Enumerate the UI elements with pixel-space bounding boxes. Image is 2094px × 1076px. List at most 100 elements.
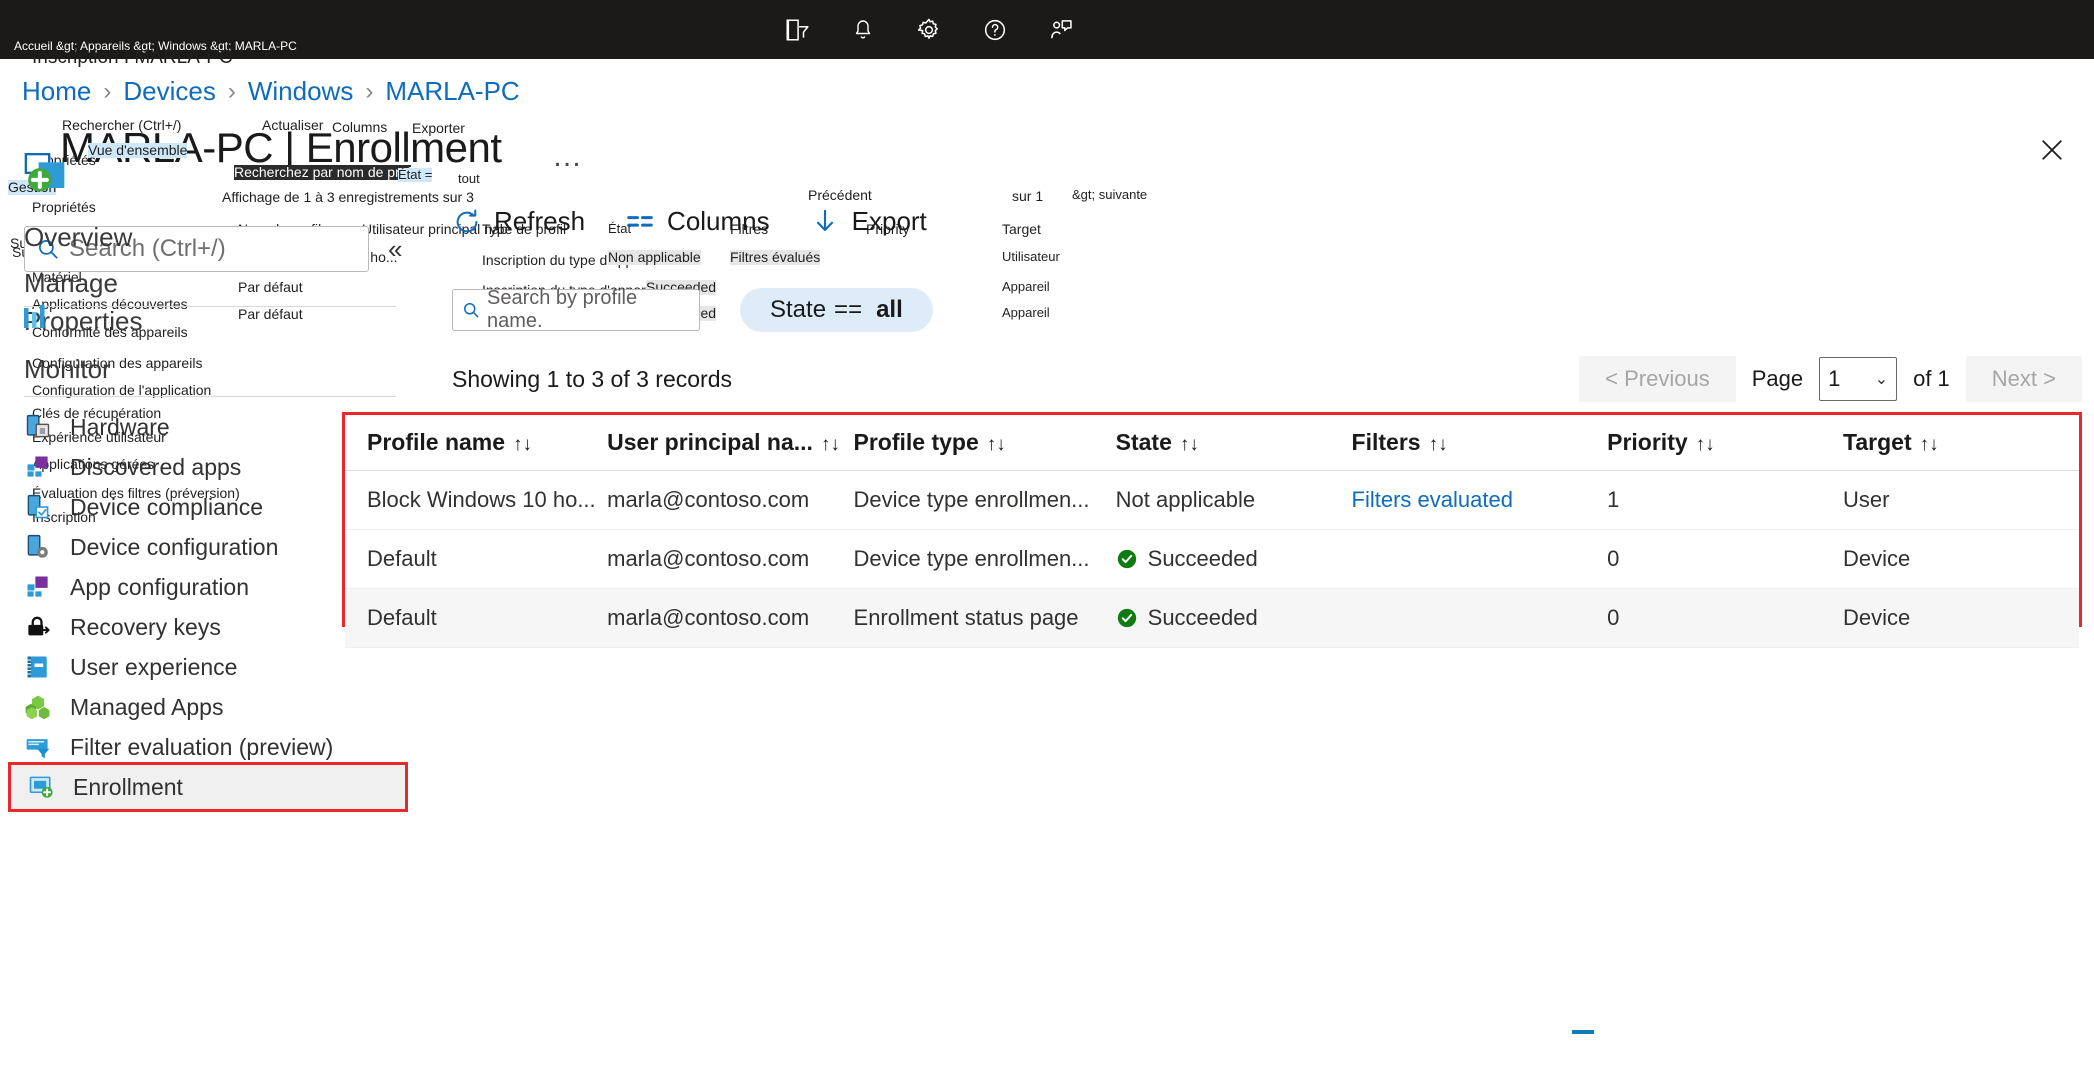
refresh-button[interactable]: Refresh xyxy=(452,206,585,237)
column-label: Priority xyxy=(1607,429,1688,455)
properties-bars-icon xyxy=(20,302,52,339)
chevron-down-icon: ⌄ xyxy=(1875,369,1888,389)
breadcrumb-item-devices[interactable]: Devices xyxy=(123,76,215,107)
next-page-button[interactable]: Next > xyxy=(1966,356,2082,402)
breadcrumb-separator-icon: › xyxy=(103,78,111,106)
column-header-profile-name[interactable]: Profile name↑↓ xyxy=(345,415,607,471)
download-icon xyxy=(810,207,840,237)
table-row[interactable]: Default marla@contoso.com Device type en… xyxy=(345,530,2079,589)
state-filter-field: State xyxy=(770,296,826,324)
column-label: Target xyxy=(1843,429,1912,455)
breadcrumb-item-marla-pc[interactable]: MARLA-PC xyxy=(385,76,519,107)
filters-evaluated-link[interactable]: Filters evaluated xyxy=(1352,487,1513,512)
previous-page-button[interactable]: < Previous xyxy=(1579,356,1736,402)
close-icon[interactable] xyxy=(2034,132,2070,168)
bell-icon[interactable] xyxy=(848,15,878,45)
pagination-controls: < Previous Page 1 ⌄ of 1 Next > xyxy=(1579,356,2082,402)
state-text: Not applicable xyxy=(1116,487,1255,512)
refresh-label: Refresh xyxy=(494,206,585,237)
gear-icon[interactable] xyxy=(914,15,944,45)
sort-icon[interactable]: ↑↓ xyxy=(1429,434,1448,455)
state-filter-pill[interactable]: State == all xyxy=(740,288,933,332)
cell-filters xyxy=(1352,530,1608,589)
sidebar-item-label: Hardware xyxy=(70,414,170,441)
search-icon xyxy=(461,300,481,320)
cell-state: Succeeded xyxy=(1116,530,1352,589)
sort-icon[interactable]: ↑↓ xyxy=(821,434,840,455)
cell-state: Not applicable xyxy=(1116,471,1352,530)
apps-grid-icon xyxy=(24,453,52,481)
sidebar-section-overview: Overview xyxy=(24,222,132,253)
column-header-target[interactable]: Target ↑↓ xyxy=(1843,415,2079,471)
overlay-row1-state-fr: Non applicable xyxy=(608,250,701,265)
filter-bar: Search by profile name. State == all xyxy=(452,288,933,332)
profile-search-input[interactable]: Search by profile name. xyxy=(452,289,700,331)
export-label: Export xyxy=(852,206,927,237)
overview-big-icon xyxy=(20,146,72,198)
column-header-priority[interactable]: Priority ↑↓ xyxy=(1607,415,1843,471)
sidebar-item-label: Discovered apps xyxy=(70,454,241,481)
sidebar-item-label: Filter evaluation (preview) xyxy=(70,734,333,761)
cell-profile-type: Device type enrollmen... xyxy=(854,530,1116,589)
cell-upn: marla@contoso.com xyxy=(607,530,853,589)
page-number-value: 1 xyxy=(1828,366,1840,392)
cell-upn: marla@contoso.com xyxy=(607,589,853,648)
column-label: Filters xyxy=(1352,429,1421,455)
help-icon[interactable] xyxy=(980,15,1010,45)
overlay-page-of-fr: sur 1 xyxy=(1012,189,1043,204)
columns-button[interactable]: Columns xyxy=(625,206,770,237)
top-navigation-bar: Accueil &gt; Appareils &gt; Windows &gt;… xyxy=(0,0,2094,59)
state-filter-value: all xyxy=(876,296,903,324)
records-count-text: Showing 1 to 3 of 3 records xyxy=(452,366,732,393)
column-header-upn[interactable]: User principal na... ↑↓ xyxy=(607,415,853,471)
column-header-filters[interactable]: Filters ↑↓ xyxy=(1352,415,1608,471)
cell-upn: marla@contoso.com xyxy=(607,471,853,530)
sidebar-item-label: Enrollment xyxy=(73,774,183,801)
lock-key-icon xyxy=(24,613,52,641)
table-row[interactable]: Default marla@contoso.com Enrollment sta… xyxy=(345,589,2079,648)
app-root: Accueil &gt; Appareils &gt; Windows &gt;… xyxy=(0,0,2094,1076)
cloud-shell-icon[interactable] xyxy=(782,15,812,45)
cell-target: User xyxy=(1843,471,2079,530)
breadcrumb-separator-icon: › xyxy=(365,78,373,106)
page-label: Page xyxy=(1752,366,1803,392)
sort-icon[interactable]: ↑↓ xyxy=(1696,434,1715,455)
overlay-records-fr: Affichage de 1 à 3 enregistrements sur 3 xyxy=(222,190,474,205)
column-header-profile-type[interactable]: Profile type ↑↓ xyxy=(854,415,1116,471)
column-header-state[interactable]: State↑↓ xyxy=(1116,415,1352,471)
overlay-previous-fr: Précédent xyxy=(808,188,872,203)
sort-icon[interactable]: ↑↓ xyxy=(1920,434,1939,455)
columns-icon xyxy=(625,207,655,237)
collapse-sidebar-button[interactable]: « xyxy=(388,236,402,262)
command-bar: Refresh Columns Export xyxy=(452,206,927,237)
breadcrumb-item-windows[interactable]: Windows xyxy=(248,76,353,107)
more-actions-button[interactable]: … xyxy=(552,140,584,174)
breadcrumb-item-home[interactable]: Home xyxy=(22,76,91,107)
page-number-select[interactable]: 1 ⌄ xyxy=(1819,357,1897,401)
page-title: MARLA-PC | Enrollment xyxy=(60,124,502,172)
sort-icon[interactable]: ↑↓ xyxy=(513,434,532,455)
sidebar-item-enrollment[interactable]: Enrollment xyxy=(8,762,408,812)
device-gear-icon xyxy=(24,533,52,561)
column-label: Profile type xyxy=(854,429,979,455)
overlay-col-target-fr: Target xyxy=(1002,222,1041,237)
cell-target: Device xyxy=(1843,530,2079,589)
sort-icon[interactable]: ↑↓ xyxy=(1180,434,1199,455)
sort-icon[interactable]: ↑↓ xyxy=(987,434,1006,455)
sidebar-item-label: Recovery keys xyxy=(70,614,221,641)
cell-priority: 1 xyxy=(1607,471,1843,530)
cell-profile-type: Device type enrollmen... xyxy=(854,471,1116,530)
sidebar-item-label: User experience xyxy=(70,654,237,681)
cell-profile-name: Default xyxy=(345,530,607,589)
sidebar-divider xyxy=(24,396,396,397)
cell-profile-name: Default xyxy=(345,589,607,648)
records-pagination-row: Showing 1 to 3 of 3 records < Previous P… xyxy=(452,356,2082,402)
filter-list-icon xyxy=(24,733,52,761)
feedback-icon[interactable] xyxy=(1046,15,1076,45)
export-button[interactable]: Export xyxy=(810,206,927,237)
book-icon xyxy=(24,653,52,681)
table-row[interactable]: Block Windows 10 ho... marla@contoso.com… xyxy=(345,471,2079,530)
column-label: User principal na... xyxy=(607,429,813,455)
cell-priority: 0 xyxy=(1607,530,1843,589)
overlay-row2-target-fr: Appareil xyxy=(1002,280,1050,294)
